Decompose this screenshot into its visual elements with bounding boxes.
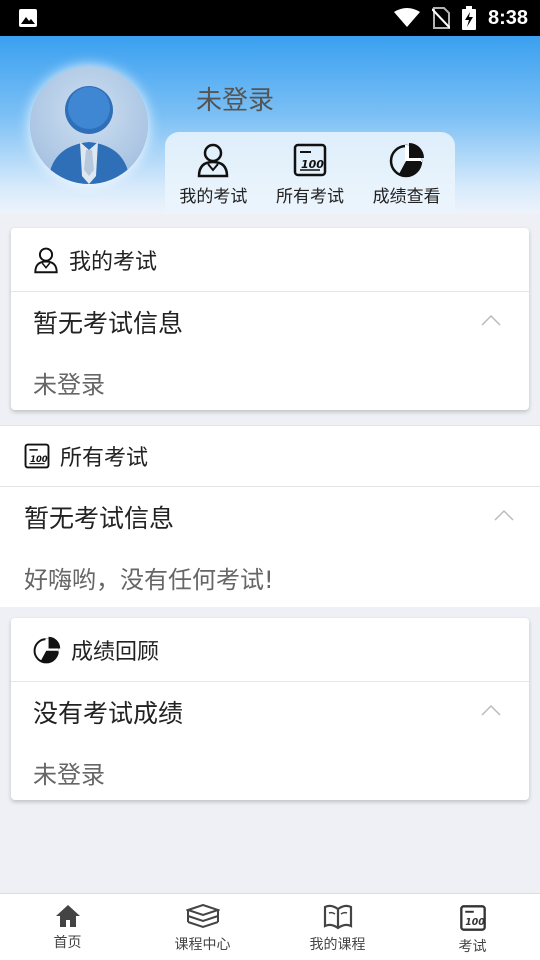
- user-icon: [198, 143, 229, 178]
- all-exams-section: 100 所有考试 暂无考试信息 好嗨哟，没有任何考试!: [0, 425, 540, 607]
- my-exams-detail: 未登录: [33, 370, 105, 399]
- score-review-detail: 未登录: [33, 760, 105, 789]
- all-exams-toggle[interactable]: 暂无考试信息: [0, 487, 540, 547]
- my-exams-message: 暂无考试信息: [33, 309, 184, 338]
- default-avatar-icon: [48, 86, 130, 184]
- books-icon: [185, 904, 220, 929]
- quick-all-exams[interactable]: 100 所有考试: [262, 132, 359, 214]
- avatar[interactable]: [30, 66, 148, 184]
- all-exams-message: 暂无考试信息: [24, 504, 175, 533]
- no-sim-icon: [431, 7, 450, 29]
- score-review-card: 成绩回顾 没有考试成绩 未登录: [11, 618, 529, 800]
- pie-chart-icon: [33, 636, 61, 663]
- bottom-nav: 首页 课程中心 我的课程 100 考试: [0, 893, 540, 960]
- quick-view-scores-label: 成绩查看: [372, 187, 441, 207]
- home-icon: [55, 905, 80, 927]
- chevron-up-icon: [481, 314, 501, 326]
- svg-text:100: 100: [465, 917, 485, 928]
- nav-home[interactable]: 首页: [0, 894, 135, 960]
- my-exams-title: 我的考试: [69, 249, 158, 275]
- svg-text:100: 100: [301, 158, 324, 171]
- nav-my-courses[interactable]: 我的课程: [270, 894, 405, 960]
- all-exams-detail-row: 好嗨哟，没有任何考试!: [0, 547, 540, 607]
- quick-actions: 我的考试 100 所有考试 成绩查看: [165, 132, 455, 214]
- score-review-detail-row: 未登录: [11, 742, 529, 802]
- nav-home-label: 首页: [53, 935, 82, 951]
- all-exams-detail: 好嗨哟，没有任何考试!: [24, 565, 274, 594]
- exam-icon: 100: [459, 905, 486, 931]
- gallery-icon: [19, 9, 37, 27]
- my-exams-detail-row: 未登录: [11, 352, 529, 412]
- all-exams-title: 所有考试: [60, 446, 149, 471]
- nav-course-center-label: 课程中心: [174, 937, 231, 953]
- pie-chart-icon: [389, 143, 424, 178]
- username-label[interactable]: 未登录: [196, 80, 274, 117]
- score-100-icon: 100: [24, 443, 50, 469]
- score-review-title: 成绩回顾: [71, 639, 160, 665]
- wifi-icon: [393, 8, 420, 27]
- nav-course-center[interactable]: 课程中心: [135, 894, 270, 960]
- nav-exam[interactable]: 100 考试: [405, 894, 540, 960]
- quick-view-scores[interactable]: 成绩查看: [358, 132, 455, 214]
- svg-text:100: 100: [30, 454, 48, 464]
- score-100-icon: 100: [293, 143, 327, 177]
- quick-all-exams-label: 所有考试: [276, 187, 344, 207]
- score-review-header: 成绩回顾: [11, 618, 529, 682]
- nav-my-courses-label: 我的课程: [309, 937, 366, 953]
- chevron-up-icon: [494, 509, 514, 521]
- chevron-up-icon: [481, 704, 501, 716]
- status-bar: 8:38: [0, 0, 540, 36]
- my-exams-header: 我的考试: [11, 228, 529, 292]
- status-time: 8:38: [487, 6, 528, 29]
- all-exams-header: 100 所有考试: [0, 425, 540, 487]
- nav-exam-label: 考试: [458, 939, 487, 955]
- score-review-message: 没有考试成绩: [33, 699, 184, 728]
- score-review-toggle[interactable]: 没有考试成绩: [11, 682, 529, 742]
- battery-charging-icon: [461, 6, 476, 30]
- profile-header: 未登录 我的考试 100 所有考试 成绩查看: [0, 36, 540, 214]
- user-icon: [34, 247, 58, 273]
- quick-my-exams-label: 我的考试: [179, 187, 248, 207]
- my-exams-card: 我的考试 暂无考试信息 未登录: [11, 228, 529, 410]
- open-book-icon: [323, 904, 352, 930]
- my-exams-toggle[interactable]: 暂无考试信息: [11, 292, 529, 352]
- quick-my-exams[interactable]: 我的考试: [165, 132, 262, 214]
